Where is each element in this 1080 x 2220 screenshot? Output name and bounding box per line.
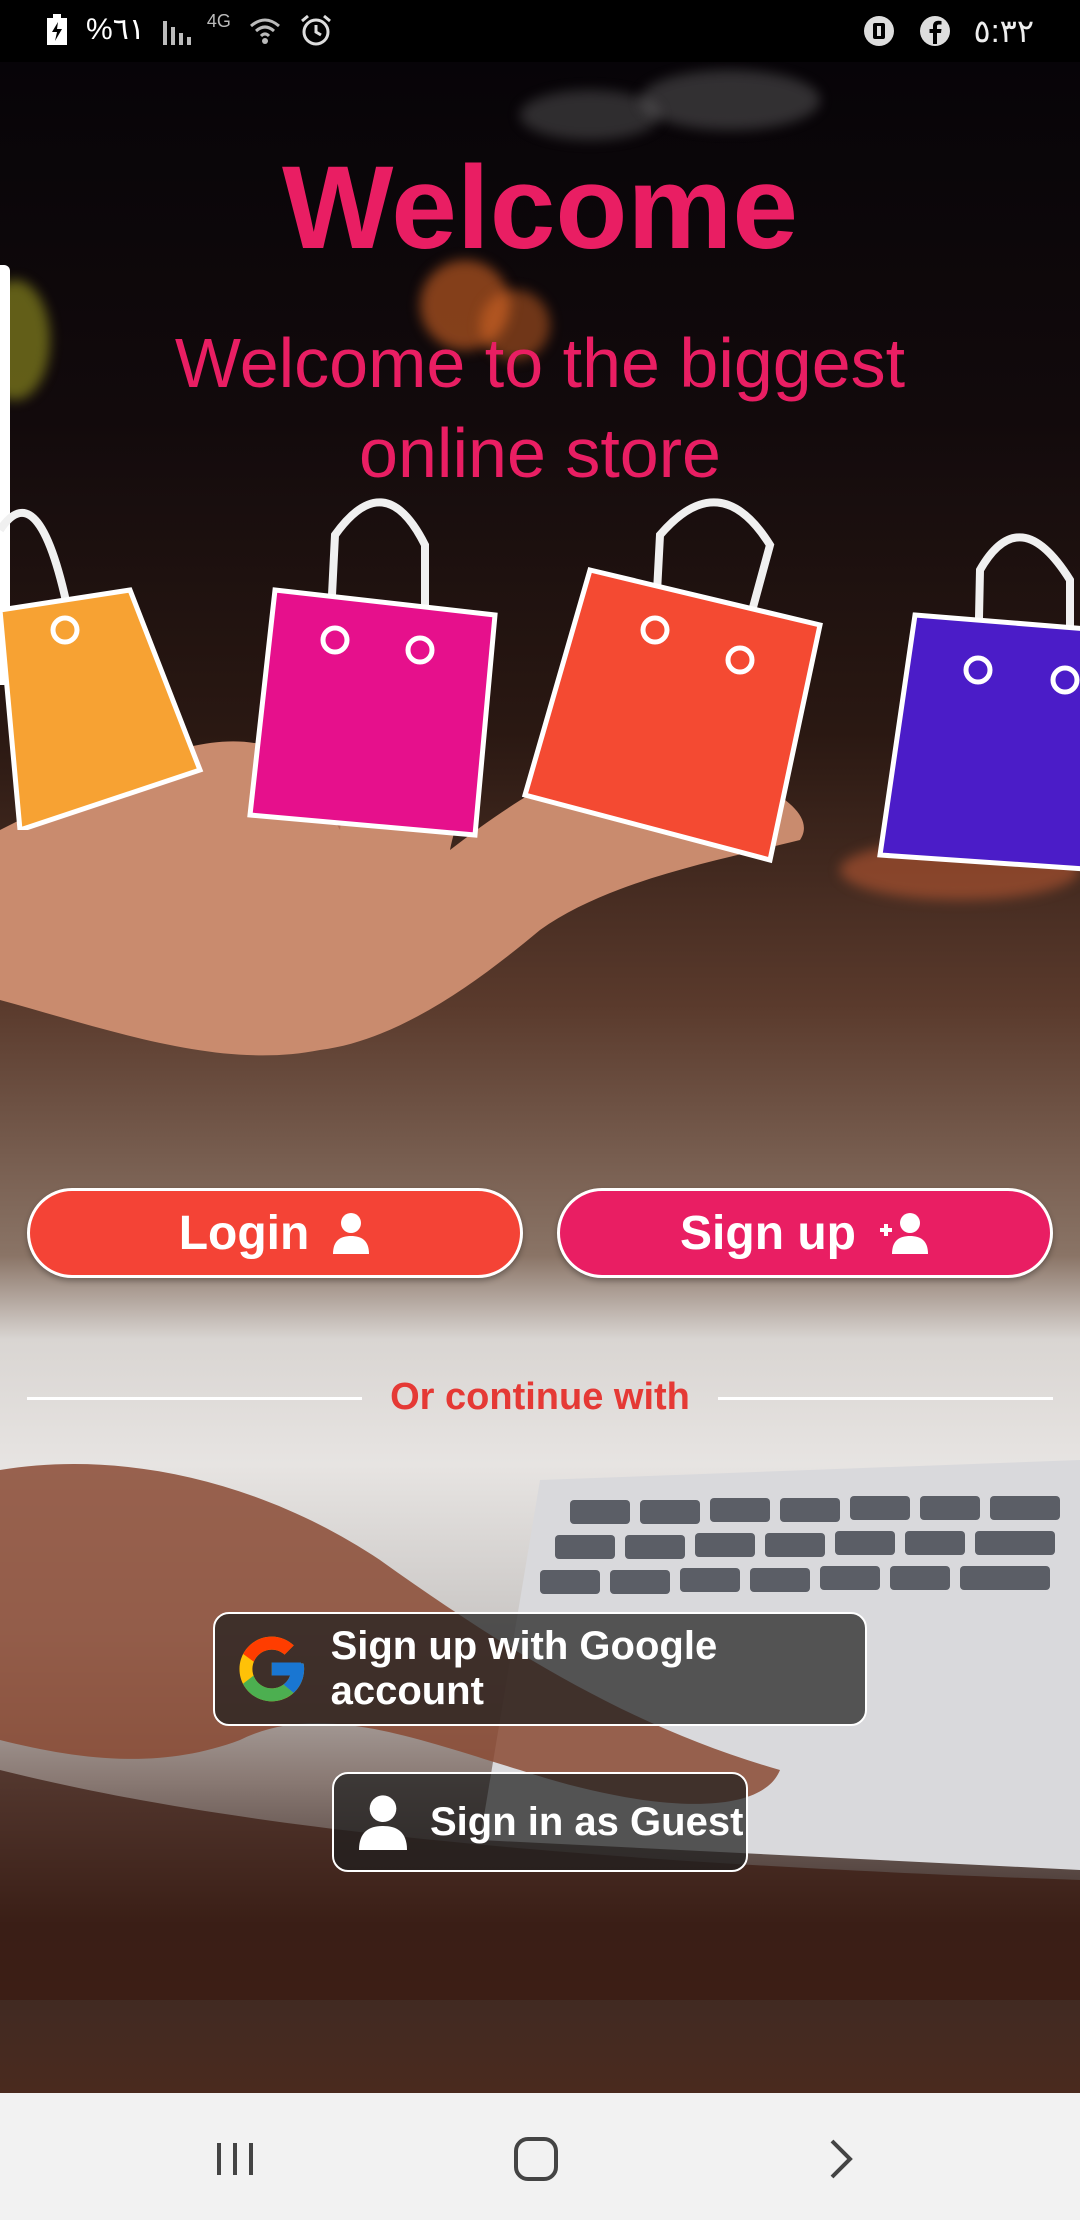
login-button[interactable]: Login bbox=[27, 1188, 523, 1278]
red-bag-illustration bbox=[521, 498, 823, 864]
battery-icon bbox=[47, 13, 67, 45]
google-signup-label: Sign up with Google account bbox=[330, 1624, 718, 1713]
add-person-icon bbox=[879, 1213, 928, 1254]
login-label: Login bbox=[178, 1206, 310, 1260]
google-signup-button[interactable]: Sign up with Google account bbox=[213, 1612, 867, 1726]
navigation-bar bbox=[0, 2093, 1080, 2220]
facebook-icon bbox=[919, 16, 950, 46]
magenta-bag-illustration bbox=[247, 498, 498, 838]
app-notification-icon bbox=[863, 16, 894, 46]
signup-label: Sign up bbox=[680, 1206, 856, 1260]
person-icon bbox=[333, 1213, 370, 1254]
person-icon bbox=[359, 1795, 407, 1850]
welcome-subtitle: Welcome to the biggest online store bbox=[174, 324, 906, 492]
back-icon[interactable] bbox=[810, 2129, 870, 2189]
clock: ٥:٣٢ bbox=[973, 13, 1034, 49]
wifi-icon bbox=[249, 18, 280, 44]
auth-buttons: Login Sign up bbox=[27, 1188, 1053, 1282]
network-type: 4G bbox=[206, 11, 231, 31]
welcome-screen: %٦١ 4G ٥:٣٢ Welcome Welcome to the bigge… bbox=[0, 0, 1080, 2220]
recent-apps-icon[interactable] bbox=[205, 2129, 265, 2189]
status-bar: %٦١ 4G ٥:٣٢ bbox=[0, 0, 1080, 62]
divider-line-right bbox=[718, 1397, 1053, 1400]
signal-icon bbox=[162, 20, 191, 45]
guest-signin-button[interactable]: Sign in as Guest bbox=[332, 1772, 748, 1872]
battery-percentage: %٦١ bbox=[86, 13, 145, 46]
purple-bag-illustration bbox=[877, 533, 1080, 872]
welcome-title: Welcome bbox=[282, 142, 798, 274]
home-icon[interactable] bbox=[506, 2129, 566, 2189]
signup-button[interactable]: Sign up bbox=[557, 1188, 1053, 1278]
orange-bag-illustration bbox=[0, 508, 204, 830]
alarm-icon bbox=[300, 14, 331, 45]
continue-divider: Or continue with bbox=[27, 1370, 1053, 1426]
google-icon bbox=[239, 1636, 305, 1702]
guest-signin-label: Sign in as Guest bbox=[430, 1799, 744, 1844]
